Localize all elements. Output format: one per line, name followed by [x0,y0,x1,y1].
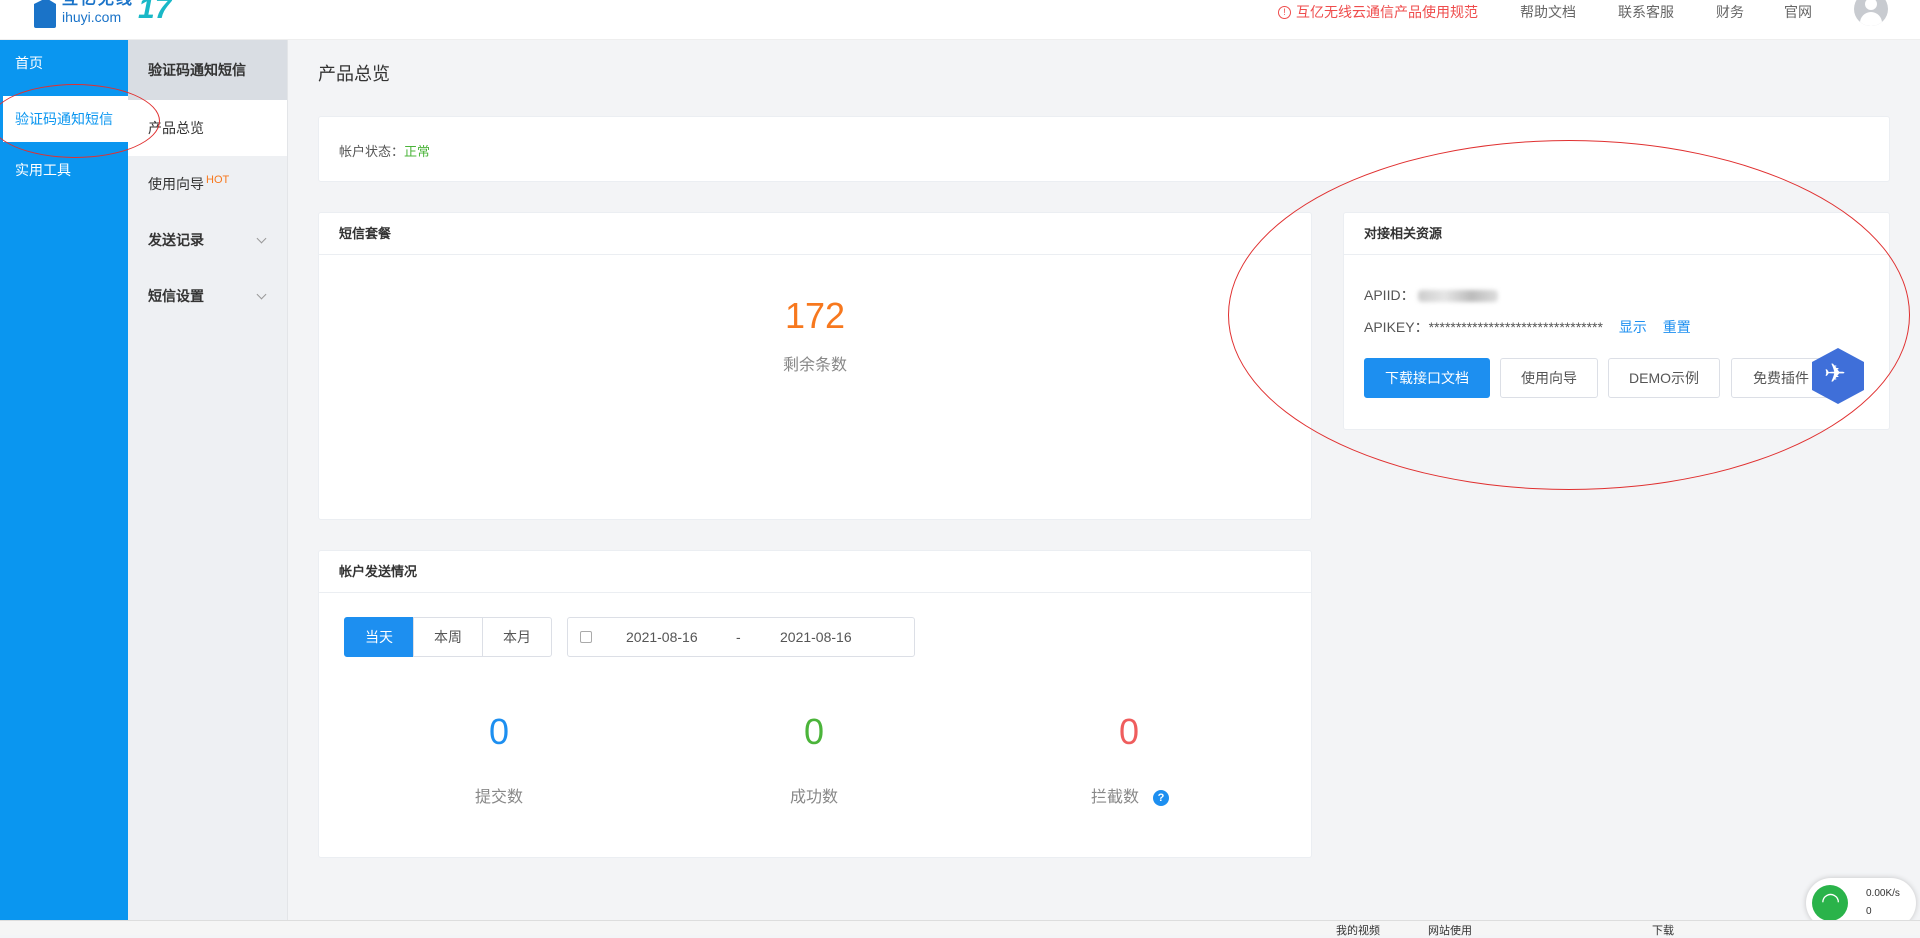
reset-apikey-link[interactable]: 重置 [1663,319,1691,335]
top-header: 互亿无线 ihuyi.com 17 ! 互亿无线云通信产品使用规范 帮助文档 联… [0,0,1920,40]
usage-notice-text: 互亿无线云通信产品使用规范 [1296,4,1478,20]
sending-title: 帐户发送情况 [319,551,1311,593]
demo-example-button[interactable]: DEMO示例 [1608,358,1720,398]
network-speed: 0.00K/s [1866,888,1900,899]
range-today-tab[interactable]: 当天 [344,617,414,657]
taskbar-my-video[interactable]: 我的视频 [1336,922,1380,938]
help-question-icon[interactable]: ? [1153,789,1170,806]
sidebar-item-home[interactable]: 首页 [0,40,128,86]
range-month-tab[interactable]: 本月 [482,617,552,657]
sidebar-item-sms[interactable]: 验证码通知短信 [0,96,128,142]
calendar-icon [580,631,592,643]
range-week-tab[interactable]: 本周 [413,617,483,657]
sidebar-item-tools[interactable]: 实用工具 [0,147,128,193]
usage-guide-button[interactable]: 使用向导 [1500,358,1598,398]
date-to[interactable]: 2021-08-16 [780,629,852,645]
hot-badge: HOT [206,174,230,186]
apikey-label: APIKEY： [1364,319,1429,335]
download-api-doc-button[interactable]: 下载接口文档 [1364,358,1490,398]
browser-status-bar: 我的视频 网站使用 下载 [0,920,1920,938]
date-range-picker[interactable]: 2021-08-16 - 2021-08-16 [567,617,915,657]
info-icon: ! [1278,5,1291,19]
logo-mark-icon [34,0,56,28]
network-count: 0 [1866,906,1872,917]
account-status-card: 帐户状态：正常 [318,116,1890,182]
submenu-item-guide[interactable]: 使用向导 HOT [128,156,287,212]
primary-sidebar: 首页 验证码通知短信 实用工具 [0,40,128,920]
chevron-down-icon [256,233,267,244]
usage-notice-link[interactable]: ! 互亿无线云通信产品使用规范 [1278,2,1478,22]
remaining-count: 172 [784,295,846,336]
apiid-value-blurred [1418,290,1499,303]
wifi-icon [1812,885,1848,921]
success-count: 0 [803,711,825,752]
logo-number: 17 [138,0,172,25]
taskbar-site-usage[interactable]: 网站使用 [1428,922,1472,938]
page-title: 产品总览 [318,64,390,84]
submenu-item-send-records-label: 发送记录 [148,232,204,248]
date-separator: - [736,629,741,645]
submitted-count: 0 [488,711,510,752]
blocked-count: 0 [1118,711,1140,752]
submitted-label: 提交数 [474,789,523,806]
chevron-down-icon [256,289,267,300]
contact-support-link[interactable]: 联系客服 [1618,2,1674,22]
blocked-label: 拦截数 [1091,789,1140,806]
apiid-label: APIID： [1364,287,1415,303]
logo-en-text: ihuyi.com [62,9,122,25]
help-docs-link[interactable]: 帮助文档 [1520,2,1576,22]
submenu-item-overview[interactable]: 产品总览 [128,100,287,156]
submenu-item-guide-label: 使用向导 [148,176,204,192]
page-title-bar: 产品总览 [288,40,1920,100]
apikey-masked: ******************************** [1428,319,1603,335]
sms-package-title: 短信套餐 [319,213,1311,255]
account-status: 帐户状态：正常 [339,141,430,160]
sms-package-card: 短信套餐 172 剩余条数 [318,212,1312,520]
account-sending-card: 帐户发送情况 当天 本周 本月 2021-08-16 - 2021-08-16 … [318,550,1312,858]
apiid-row: APIID： [1364,285,1499,305]
user-avatar[interactable] [1854,0,1888,26]
submenu-title: 验证码通知短信 [128,40,287,100]
success-label: 成功数 [789,789,838,806]
integration-resources-card: 对接相关资源 APIID： APIKEY：*******************… [1343,212,1890,430]
finance-link[interactable]: 财务 [1716,2,1744,22]
submenu-item-sms-settings-label: 短信设置 [148,288,204,304]
submenu-item-send-records[interactable]: 发送记录 [128,212,287,268]
active-indicator [0,96,3,142]
account-status-value: 正常 [404,144,431,159]
brand-logo[interactable]: 互亿无线 ihuyi.com 17 [34,0,171,32]
apikey-row: APIKEY：******************************** … [1364,317,1691,337]
submenu-item-sms-settings[interactable]: 短信设置 [128,268,287,324]
logo-cn-text: 互亿无线 [62,0,134,8]
secondary-menu: 验证码通知短信 产品总览 使用向导 HOT 发送记录 短信设置 [128,40,288,920]
resources-title: 对接相关资源 [1344,213,1889,255]
official-site-link[interactable]: 官网 [1784,2,1812,22]
blocked-label-row: 拦截数? [1069,783,1229,807]
account-status-label: 帐户状态： [339,144,405,159]
remaining-label: 剩余条数 [782,357,847,374]
taskbar-download[interactable]: 下载 [1652,922,1674,938]
sidebar-item-sms-label: 验证码通知短信 [15,111,113,127]
show-apikey-link[interactable]: 显示 [1619,319,1647,335]
date-from[interactable]: 2021-08-16 [626,629,698,645]
